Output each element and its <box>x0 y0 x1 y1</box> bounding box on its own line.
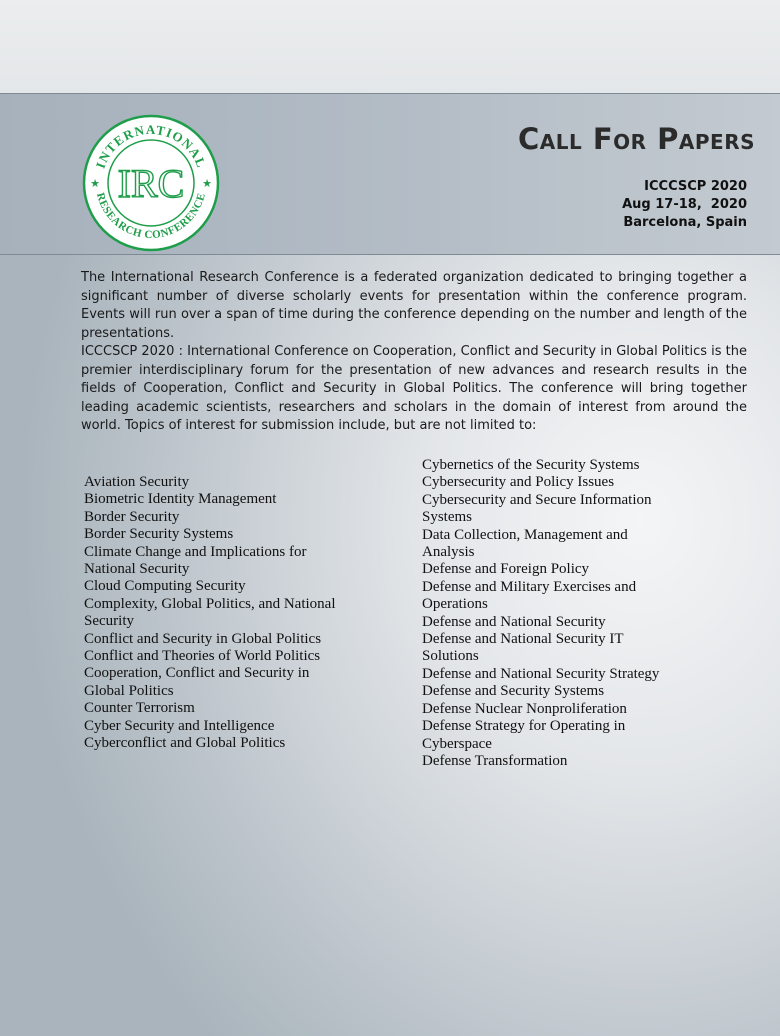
logo-star-left: ★ <box>90 177 100 190</box>
topic-item: Border Security Systems <box>84 526 234 543</box>
topic-item: Cyber Security and Intelligence <box>84 717 275 734</box>
topic-item: Defense Transformation <box>422 752 568 769</box>
topic-item: Defense and National Security IT Solutio… <box>422 631 624 665</box>
about-paragraph: ICCCSCP 2020 : International Conference … <box>81 344 747 434</box>
topic-item: Conflict and Security in Global Politics <box>84 630 322 647</box>
topic-item: Cybersecurity and Policy Issues <box>422 474 615 491</box>
topics-list-left: Aviation Security Biometric Identity Mana… <box>84 474 344 753</box>
conference-location: Barcelona, Spain <box>623 215 747 230</box>
logo-monogram: IRC <box>118 161 185 206</box>
topic-item: Cloud Computing Security <box>84 578 246 595</box>
topic-item: Defense Nuclear Nonproliferation <box>422 700 627 717</box>
topic-item: Defense and National Security Strategy <box>422 665 660 682</box>
topic-item: Complexity, Global Politics, and Nationa… <box>84 595 336 630</box>
topic-item: Cybernetics of the Security Systems <box>422 457 640 473</box>
topic-item: Border Security <box>84 508 180 525</box>
topic-item: Defense Strategy for Operating in Cybers… <box>422 718 626 752</box>
irc-logo: INTERNATIONAL RESEARCH CONFERENCE ★ ★ IR… <box>82 114 220 252</box>
topic-item: Conflict and Theories of World Politics <box>84 648 321 665</box>
topic-item: Biometric Identity Management <box>84 491 277 508</box>
topic-item: Aviation Security <box>84 474 190 490</box>
topic-item: Cybersecurity and Secure Information Sys… <box>422 491 652 526</box>
conference-info: ICCCSCP 2020 Aug 17-18, 2020 Barcelona, … <box>622 178 747 232</box>
topic-item: Cooperation, Conflict and Security in Gl… <box>84 665 310 699</box>
topics-list-right: Cybernetics of the Security Systems Cyber… <box>422 457 672 770</box>
topic-item: Climate Change and Implications for Nati… <box>84 543 307 578</box>
page-title: Call For Papers <box>517 122 755 156</box>
top-band <box>0 0 780 93</box>
intro-paragraph: The International Research Conference is… <box>81 270 747 341</box>
conference-dates: Aug 17-18, 2020 <box>622 197 747 212</box>
conference-code: ICCCSCP 2020 <box>644 179 747 194</box>
topic-item: Counter Terrorism <box>84 700 195 717</box>
topic-item: Cyberconflict and Global Politics <box>84 735 286 752</box>
logo-star-right: ★ <box>202 177 212 190</box>
topic-item: Defense and National Security <box>422 613 606 630</box>
header-banner: INTERNATIONAL RESEARCH CONFERENCE ★ ★ IR… <box>0 93 780 255</box>
topic-item: Data Collection, Management and Analysis <box>422 526 628 561</box>
topic-item: Defense and Foreign Policy <box>422 561 590 578</box>
topic-item: Defense and Military Exercises and Opera… <box>422 578 637 613</box>
topic-item: Defense and Security Systems <box>422 683 605 700</box>
